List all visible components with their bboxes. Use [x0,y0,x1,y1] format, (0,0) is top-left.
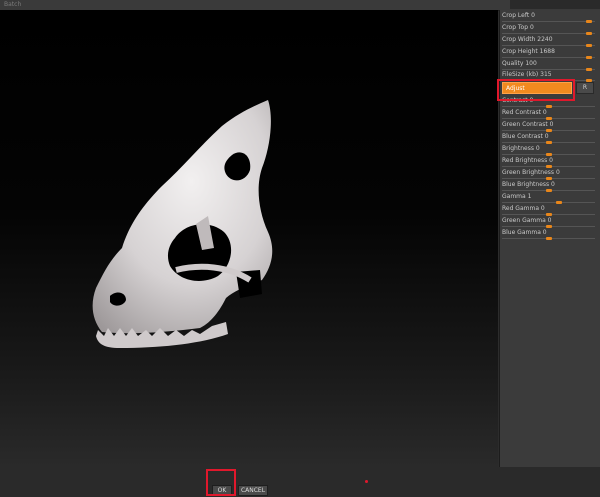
param-red-gamma[interactable]: Red Gamma 0 [502,205,595,216]
slider-knob[interactable] [546,117,552,120]
param-blue-brightness[interactable]: Blue Brightness 0 [502,181,595,192]
cursor-marker [365,480,368,483]
param-quality[interactable]: Quality 100 [502,60,595,71]
slider-knob[interactable] [546,189,552,192]
footer-bar: OK CANCEL [0,467,600,497]
slider-knob[interactable] [586,20,592,23]
slider-knob[interactable] [546,141,552,144]
slider-knob[interactable] [546,177,552,180]
param-gamma[interactable]: Gamma 1 [502,193,595,204]
slider-knob[interactable] [546,153,552,156]
cancel-button[interactable]: CANCEL [238,485,268,496]
param-crop-height[interactable]: Crop Height 1688 [502,48,595,59]
param-crop-left[interactable]: Crop Left 0 [502,12,595,23]
param-green-gamma[interactable]: Green Gamma 0 [502,217,595,228]
adjust-highlight [497,79,575,101]
slider-knob[interactable] [546,225,552,228]
slider-knob[interactable] [546,213,552,216]
param-crop-top[interactable]: Crop Top 0 [502,24,595,35]
slider-knob[interactable] [586,32,592,35]
title-bar-edge [510,0,600,9]
slider-knob[interactable] [546,105,552,108]
preview-viewport[interactable] [0,10,498,467]
window-title: Batch [4,1,22,8]
param-green-brightness[interactable]: Green Brightness 0 [502,169,595,180]
param-red-contrast[interactable]: Red Contrast 0 [502,109,595,120]
param-crop-width[interactable]: Crop Width 2240 [502,36,595,47]
param-brightness[interactable]: Brightness 0 [502,145,595,156]
slider-knob[interactable] [586,44,592,47]
slider-knob[interactable] [546,165,552,168]
skull-model [92,100,273,348]
slider-knob[interactable] [546,237,552,240]
param-blue-contrast[interactable]: Blue Contrast 0 [502,133,595,144]
ok-highlight [206,469,236,496]
param-blue-gamma[interactable]: Blue Gamma 0 [502,229,595,240]
side-button[interactable]: R [576,82,594,94]
param-green-contrast[interactable]: Green Contrast 0 [502,121,595,132]
slider-knob[interactable] [546,129,552,132]
param-red-brightness[interactable]: Red Brightness 0 [502,157,595,168]
slider-knob[interactable] [556,201,562,204]
slider-knob[interactable] [586,56,592,59]
